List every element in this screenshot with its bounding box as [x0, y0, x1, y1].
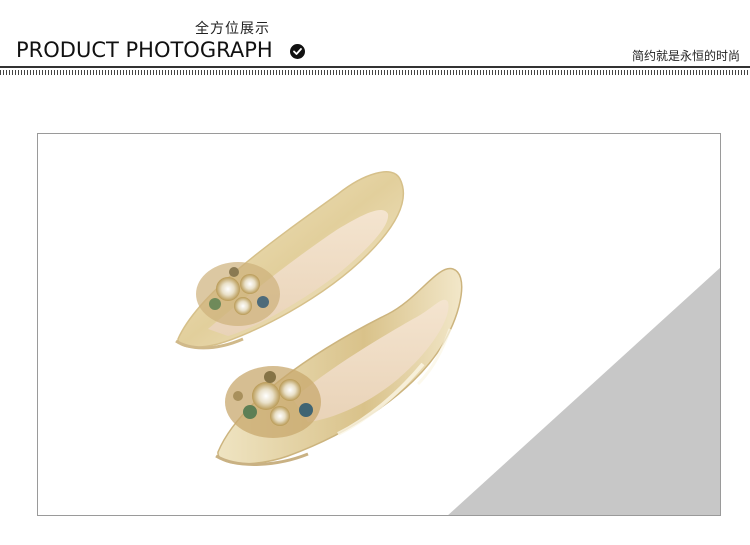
section-title-en: PRODUCT PHOTOGRAPH [16, 38, 273, 62]
slogan-text: 简约就是永恒的时尚 [631, 49, 740, 63]
product-shoes-image [175, 171, 463, 466]
product-photo-frame [37, 133, 721, 516]
back-shoe [175, 171, 405, 350]
divider-line [0, 66, 750, 68]
section-title-cn: 全方位展示 [195, 21, 270, 37]
hatched-divider [0, 70, 750, 75]
page-header: 全方位展示 PRODUCT PHOTOGRAPH 简约就是永恒的时尚 [0, 0, 750, 80]
crystal-ornament-back [196, 262, 280, 326]
crystal-ornament-front [225, 366, 321, 438]
check-circle-icon [290, 44, 305, 59]
